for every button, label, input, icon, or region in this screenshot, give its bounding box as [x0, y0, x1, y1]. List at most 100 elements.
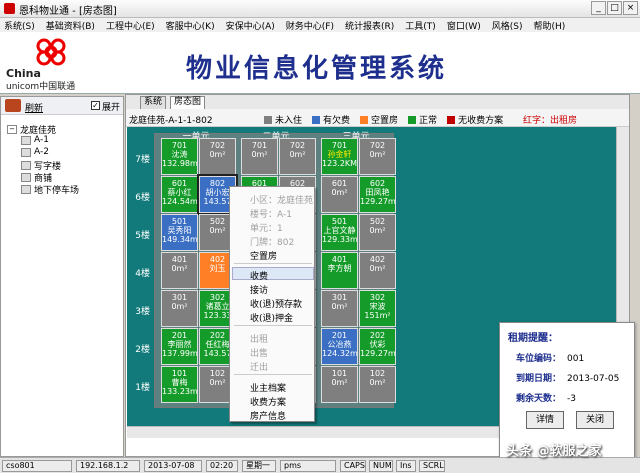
menu-basic-data[interactable]: 基础资料(B)	[46, 19, 95, 32]
field-label: 剩余天数：	[516, 394, 562, 404]
expand-checkbox[interactable]: ✓	[91, 101, 100, 110]
menu-item-vacant[interactable]: 空置房	[250, 249, 277, 262]
room-cell[interactable]: 701 0m²	[241, 138, 278, 175]
room-cell[interactable]: 601 蔡小红 124.54m²	[161, 176, 198, 213]
menu-item-visit[interactable]: 接访	[250, 283, 268, 296]
menu-item-prepayment[interactable]: 收(退)预存款	[250, 297, 302, 310]
room-cell[interactable]: 1020m²	[359, 366, 396, 403]
room-cell[interactable]: 702 0m²	[199, 138, 236, 175]
floor-label: 6楼	[135, 193, 150, 203]
menu-item-sell: 出售	[250, 349, 269, 359]
floor-label: 4楼	[135, 269, 150, 279]
floor-label: 3楼	[135, 307, 150, 317]
minimize-button[interactable]: _	[591, 1, 606, 15]
tree-node-a2[interactable]: A-2	[21, 147, 49, 157]
menu-separator	[234, 374, 312, 375]
menu-item-move-out: 迁出	[250, 363, 269, 373]
status-scrl: SCRL	[419, 460, 445, 472]
field-value: 2013-07-05	[567, 374, 620, 384]
room-area: 0m²	[251, 150, 268, 159]
maximize-button[interactable]: □	[607, 1, 622, 15]
menu-separator	[234, 325, 312, 326]
current-room-path: 龙庭佳苑-A-1-1-802	[129, 116, 213, 126]
status-bar: cso801 192.168.1.2 2013-07-08 02:20 星期一 …	[0, 457, 640, 473]
room-cell[interactable]: 3010m²	[161, 290, 198, 327]
room-area: 129.27m²	[360, 349, 396, 358]
tree-node-parking[interactable]: 地下停车场	[21, 183, 79, 196]
room-number: 101	[171, 369, 188, 378]
room-area: 124.54m²	[162, 197, 198, 206]
menu-customer-service[interactable]: 客服中心(K)	[166, 19, 215, 32]
room-cell[interactable]: 602 田凤艳 129.27m²	[359, 176, 396, 213]
room-area: 124.32m²	[322, 349, 358, 358]
china-unicom-logo: China unicom中国联通	[6, 36, 94, 92]
menu-item-charge-plan[interactable]: 收费方案	[250, 395, 286, 408]
room-cell[interactable]: 5020m²	[359, 214, 396, 251]
room-cell[interactable]: 501 吴秀阳 149.34m²	[161, 214, 198, 251]
room-cell[interactable]: 701 沈涛 132.98m²	[161, 138, 198, 175]
window-title: 恩科物业通 - [房态图]	[19, 6, 117, 17]
menu-system[interactable]: 系统(S)	[4, 19, 35, 32]
room-cell[interactable]: 4020m²	[359, 252, 396, 289]
menu-engineering[interactable]: 工程中心(E)	[106, 19, 155, 32]
room-cell[interactable]: 4010m²	[161, 252, 198, 289]
room-cell[interactable]: 701 孙金轩 123.2KM²	[321, 138, 358, 175]
menu-security[interactable]: 安保中心(A)	[226, 19, 275, 32]
room-context-menu: 小区：龙庭佳苑 楼号：A-1 单元：1 门牌：802 空置房 收费 接访 收(退…	[229, 186, 315, 422]
owner-name: 沈涛	[171, 150, 188, 159]
legend-no-plan: 无收费方案	[447, 113, 503, 126]
menu-item-property-info[interactable]: 房产信息	[250, 409, 286, 422]
legend: 未入住 有欠费 空置房 正常 无收费方案	[264, 113, 513, 126]
field-value: 001	[567, 354, 585, 364]
legend-label: 无收费方案	[458, 116, 504, 126]
watermark: 头条 @软服之家	[506, 444, 602, 459]
collapse-icon[interactable]: −	[7, 125, 17, 134]
owner-name: 曹梅	[171, 378, 188, 387]
menu-window[interactable]: 窗口(W)	[447, 19, 481, 32]
reminder-row-days: 剩余天数： -3	[516, 391, 576, 404]
room-cell[interactable]: 401 李方朝	[321, 252, 358, 289]
refresh-link[interactable]: 刷新	[25, 101, 43, 114]
room-number: 201	[171, 331, 188, 340]
tree-node-a1[interactable]: A-1	[21, 135, 49, 145]
menu-finance[interactable]: 财务中心(F)	[286, 19, 334, 32]
room-cell[interactable]: 201 公冶燕 124.32m²	[321, 328, 358, 365]
tab-room-status[interactable]: 房态图	[170, 96, 206, 109]
legend-swatch	[447, 115, 456, 124]
tab-system[interactable]: 系统	[140, 96, 167, 109]
detail-button[interactable]: 详情	[526, 411, 564, 429]
menu-info-building: 楼号：A-1	[250, 210, 292, 220]
briefcase-icon[interactable]	[5, 99, 21, 112]
legend-swatch	[312, 115, 321, 124]
room-cell[interactable]: 1010m²	[321, 366, 358, 403]
menu-tools[interactable]: 工具(T)	[405, 19, 436, 32]
menu-item-deposit[interactable]: 收(退)押金	[250, 311, 293, 324]
room-cell[interactable]: 302 宋波 151m²	[359, 290, 396, 327]
room-cell[interactable]: 702 0m²	[279, 138, 316, 175]
room-number: 501	[331, 217, 348, 226]
room-area: 129.27m²	[360, 197, 396, 206]
menu-item-owner-file[interactable]: 业主档案	[250, 381, 286, 394]
legend-vacant: 空置房	[360, 113, 398, 126]
room-cell[interactable]: 702 0m²	[359, 138, 396, 175]
menu-item-charge[interactable]: 收费	[250, 269, 268, 282]
close-reminder-button[interactable]: 关闭	[576, 411, 614, 429]
room-cell[interactable]: 201 李丽然 137.99m²	[161, 328, 198, 365]
room-cell[interactable]: 202 伏彩 129.27m²	[359, 328, 396, 365]
close-button[interactable]: ×	[623, 1, 638, 15]
owner-name: 宋波	[369, 302, 386, 311]
room-cell[interactable]: 501 上官文静 129.33m²	[321, 214, 358, 251]
room-number: 301	[171, 293, 188, 302]
room-number: 402	[369, 255, 386, 264]
legend-swatch	[360, 115, 369, 124]
room-cell[interactable]: 6010m²	[321, 176, 358, 213]
status-app: pms	[280, 460, 336, 472]
room-number: 701	[251, 141, 268, 150]
menu-help[interactable]: 帮助(H)	[533, 19, 565, 32]
room-number: 502	[369, 217, 386, 226]
room-cell[interactable]: 101 曹梅 133.23m²	[161, 366, 198, 403]
menu-reports[interactable]: 统计报表(R)	[345, 19, 394, 32]
menu-style[interactable]: 风格(S)	[492, 19, 523, 32]
room-cell[interactable]: 3010m²	[321, 290, 358, 327]
room-area: 0m²	[369, 378, 386, 387]
